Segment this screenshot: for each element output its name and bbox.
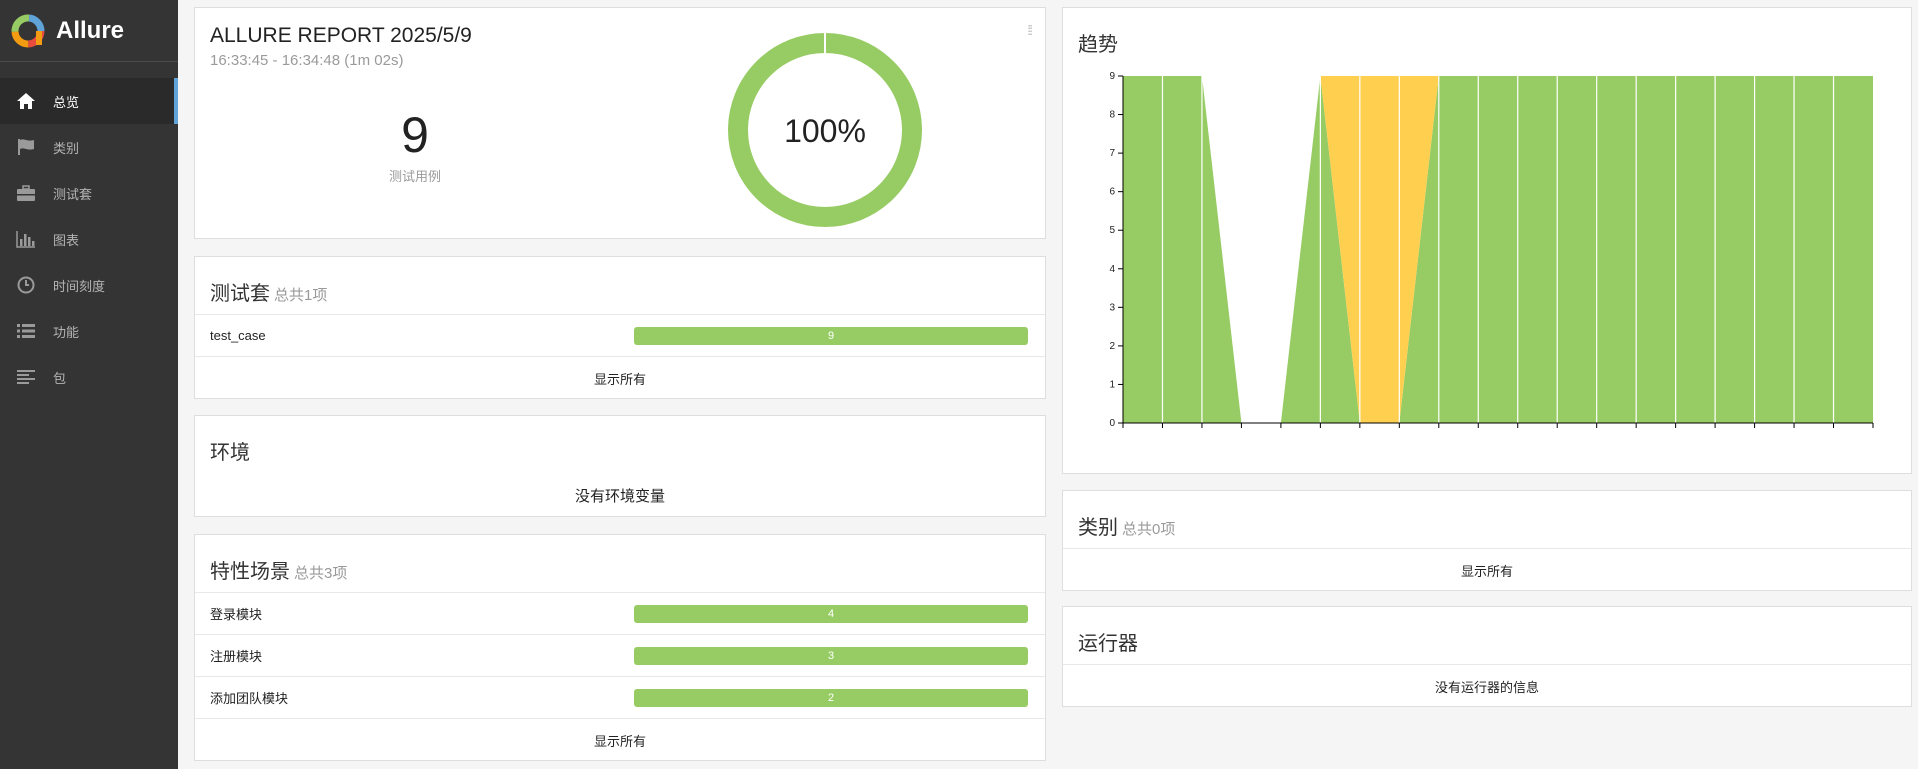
environment-header: 环境: [195, 416, 1045, 474]
feature-name: 注册模块: [210, 649, 263, 664]
flag-icon: [14, 136, 38, 158]
nav-label: 类别: [53, 140, 80, 156]
feature-count-bar: 4: [634, 604, 1028, 623]
suite-count-bar: 9: [634, 326, 1028, 345]
feature-count-bar: 2: [634, 688, 1028, 707]
nav-item-categories[interactable]: 类别: [0, 124, 178, 170]
nav-item-timeline[interactable]: 时间刻度: [0, 262, 178, 308]
feature-row[interactable]: 注册模块 3: [195, 635, 1045, 677]
environment-empty-message: 没有环境变量: [574, 487, 665, 505]
nav-item-overview[interactable]: 总览: [0, 78, 178, 124]
suites-subtitle: 总共1项: [274, 287, 328, 304]
suites-show-all-link[interactable]: 显示所有: [195, 357, 1045, 399]
allure-logo-icon: [11, 14, 45, 47]
suite-row[interactable]: test_case 9: [195, 315, 1045, 357]
success-rate-donut: 100%: [728, 32, 922, 227]
y-tick-label: 4: [1109, 264, 1115, 275]
executors-widget: 运行器 没有运行器的信息: [1062, 606, 1912, 707]
nav-item-suites[interactable]: 测试套: [0, 170, 178, 216]
trend-chart: 0 1 2 3 4 5 6 7 8 9: [1109, 71, 1874, 429]
y-tick-label: 8: [1109, 110, 1115, 121]
feature-name: 登录模块: [210, 607, 263, 622]
nav-menu: 总览 类别 测试套 图表 时间刻度 功能 包: [0, 78, 178, 400]
nav-label: 测试套: [53, 186, 93, 202]
categories-title: 类别: [1078, 517, 1118, 539]
y-tick-label: 3: [1109, 302, 1115, 313]
clock-icon: [14, 274, 38, 296]
features-header: 特性场景 总共3项: [195, 535, 1045, 593]
y-tick-label: 7: [1109, 148, 1115, 159]
categories-show-all-link[interactable]: 显示所有: [1063, 549, 1911, 591]
y-tick-label: 6: [1109, 187, 1115, 198]
nav-label: 包: [53, 370, 67, 386]
features-show-all-link[interactable]: 显示所有: [195, 719, 1045, 761]
nav-label: 总览: [53, 94, 80, 110]
nav-item-behaviors[interactable]: 功能: [0, 308, 178, 354]
nav-label: 图表: [53, 232, 80, 248]
feature-name: 添加团队模块: [210, 691, 289, 706]
nav-label: 时间刻度: [53, 278, 106, 294]
feature-count-bar: 3: [634, 646, 1028, 665]
executors-header: 运行器: [1063, 607, 1911, 665]
drag-handle-icon[interactable]: ⁞⁞: [1027, 22, 1033, 38]
features-widget: 特性场景 总共3项 登录模块 4 注册模块 3 添加团队模块 2 显示所有: [194, 534, 1046, 761]
y-tick-label: 2: [1109, 341, 1115, 352]
briefcase-icon: [14, 182, 38, 204]
categories-widget: 类别 总共0项 显示所有: [1062, 490, 1912, 591]
suites-widget: 测试套 总共1项 test_case 9 显示所有: [194, 256, 1046, 399]
executors-empty-message: 没有运行器的信息: [1434, 679, 1539, 695]
report-time-range: 16:33:45 - 16:34:48 (1m 02s): [210, 52, 404, 69]
align-left-icon: [14, 366, 38, 388]
nav-label: 功能: [53, 324, 80, 340]
y-tick-label: 5: [1109, 225, 1115, 236]
success-rate-percent: 100%: [784, 113, 866, 149]
categories-subtitle: 总共0项: [1122, 521, 1176, 538]
test-case-count-label: 测试用例: [388, 169, 441, 184]
list-icon: [14, 320, 38, 342]
suites-header: 测试套 总共1项: [195, 257, 1045, 315]
feature-row[interactable]: 添加团队模块 2: [195, 677, 1045, 719]
y-tick-label: 1: [1109, 379, 1115, 390]
features-subtitle: 总共3项: [294, 565, 348, 582]
brand[interactable]: Allure: [0, 0, 178, 62]
test-case-count: 9: [401, 107, 429, 163]
features-title: 特性场景: [210, 561, 290, 583]
summary-widget: ALLURE REPORT 2025/5/9 16:33:45 - 16:34:…: [194, 7, 1046, 239]
report-title: ALLURE REPORT 2025/5/9: [210, 24, 472, 47]
home-icon: [14, 90, 38, 112]
y-tick-label: 0: [1109, 418, 1115, 429]
categories-header: 类别 总共0项: [1063, 491, 1911, 549]
brand-name: Allure: [56, 16, 125, 44]
bar-chart-icon: [14, 228, 38, 250]
sidebar: Allure 总览 类别 测试套 图表 时间刻度 功能 包: [0, 0, 178, 769]
environment-title: 环境: [210, 442, 250, 464]
suites-title: 测试套: [210, 283, 270, 305]
nav-item-packages[interactable]: 包: [0, 354, 178, 400]
environment-widget: 环境 没有环境变量: [194, 415, 1046, 517]
feature-row[interactable]: 登录模块 4: [195, 593, 1045, 635]
executors-title: 运行器: [1078, 633, 1138, 655]
suite-name: test_case: [210, 328, 266, 343]
trend-widget: 趋势 0123456789: [1062, 7, 1912, 474]
nav-item-graphs[interactable]: 图表: [0, 216, 178, 262]
y-tick-label: 9: [1109, 71, 1115, 82]
